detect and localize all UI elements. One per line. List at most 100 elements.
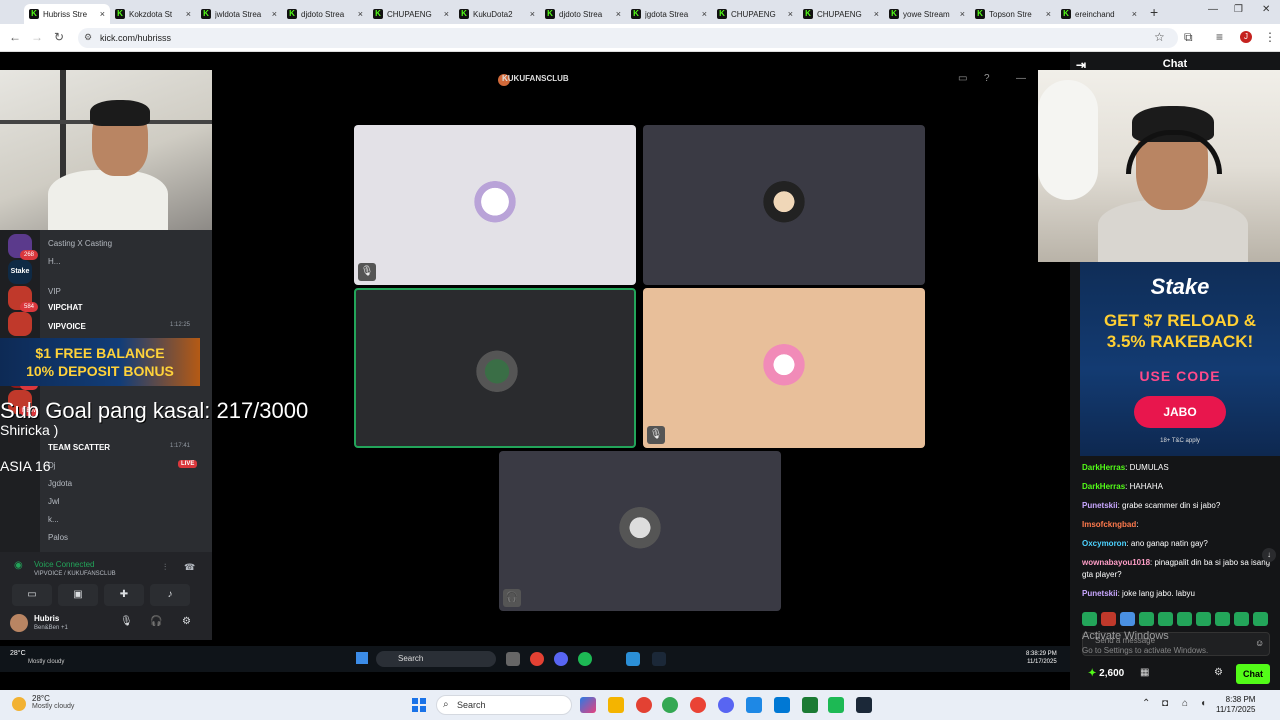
participant-tile-5[interactable]: 🎧 <box>499 451 781 611</box>
green-app-icon[interactable] <box>828 697 844 713</box>
tab-close-icon[interactable]: × <box>186 9 191 19</box>
participant-tile-4[interactable]: 🎙 <box>643 288 925 448</box>
user-avatar[interactable] <box>10 614 28 632</box>
chrome-icon[interactable] <box>636 697 652 713</box>
emote-icon[interactable] <box>1158 612 1173 626</box>
notepad-icon[interactable] <box>746 697 762 713</box>
tab-close-icon[interactable]: × <box>530 9 535 19</box>
volume-icon[interactable]: ◖ <box>1200 698 1206 709</box>
scroll-down-icon[interactable]: ↓ <box>1262 548 1276 562</box>
taskbar-search[interactable]: ⌕ Search <box>436 695 572 715</box>
browser-tab[interactable]: Kyowe Stream × <box>884 4 970 24</box>
emote-icon[interactable] <box>1082 612 1097 626</box>
emote-icon[interactable] <box>1120 612 1135 626</box>
chrome-profile-icon[interactable] <box>662 697 678 713</box>
forward-icon[interactable]: → <box>26 30 48 44</box>
file-explorer-icon[interactable] <box>608 697 624 713</box>
headphones-icon[interactable]: 🎧 <box>150 616 162 627</box>
server-icon[interactable] <box>8 312 32 336</box>
ad-code-button[interactable]: JABO <box>1134 396 1226 428</box>
chat-settings-icon[interactable]: ⚙ <box>1214 667 1223 678</box>
steam-icon[interactable] <box>856 697 872 713</box>
tray-chevron-icon[interactable]: ⌃ <box>1142 698 1150 709</box>
emoji-icon[interactable]: ☺ <box>1255 638 1264 648</box>
mic-icon[interactable]: 🎙 <box>120 616 133 627</box>
channel-item[interactable]: VIPCHAT <box>48 303 83 312</box>
screen-share-button[interactable]: ▣ <box>58 584 98 606</box>
chat-username[interactable]: wownabayou1018 <box>1082 558 1150 567</box>
tab-close-icon[interactable]: × <box>1132 9 1137 19</box>
emote-icon[interactable] <box>1215 612 1230 626</box>
new-tab-button[interactable]: + <box>1142 4 1166 20</box>
soundboard-button[interactable]: ♪ <box>150 584 190 606</box>
browser-tab[interactable]: K Kokzdota St × <box>110 4 196 24</box>
emote-icon[interactable] <box>1253 612 1268 626</box>
chat-username[interactable]: DarkHerras <box>1082 463 1125 472</box>
tab-close-icon[interactable]: × <box>1046 9 1051 19</box>
media-controls-icon[interactable]: ≡ <box>1216 30 1223 44</box>
emote-icon[interactable] <box>1196 612 1211 626</box>
channel-item[interactable]: TEAM SCATTER <box>48 443 110 452</box>
emote-icon[interactable] <box>1234 612 1249 626</box>
emote-icon[interactable] <box>1101 612 1116 626</box>
help-icon[interactable]: ? <box>984 73 990 84</box>
participant-tile-1[interactable]: 🎙 <box>354 125 636 285</box>
tab-close-icon[interactable]: × <box>788 9 793 19</box>
terminal-icon[interactable] <box>802 697 818 713</box>
chat-username[interactable]: Punetskii <box>1082 501 1118 510</box>
reload-icon[interactable]: ↻ <box>48 30 70 44</box>
tab-close-icon[interactable]: × <box>960 9 965 19</box>
channel-item[interactable]: H... <box>48 257 60 266</box>
browser-tab[interactable]: Kdjdoto Strea × <box>282 4 368 24</box>
browser-menu-icon[interactable]: ⋮ <box>1264 30 1276 44</box>
windows-start-icon[interactable] <box>412 698 426 712</box>
system-clock[interactable]: 8:38 PM 11/17/2025 <box>1216 695 1255 715</box>
disconnect-icon[interactable]: ☎ <box>184 562 195 573</box>
browser-tab[interactable]: K CHUPAENG × <box>798 4 884 24</box>
tab-close-icon[interactable]: × <box>358 9 363 19</box>
maximize-button[interactable]: ❐ <box>1234 4 1243 15</box>
tab-close-icon[interactable]: × <box>100 9 105 19</box>
weather-widget[interactable]: 28°C Mostly cloudy <box>32 694 74 710</box>
close-window-button[interactable]: ✕ <box>1262 4 1270 15</box>
browser-tab[interactable]: Kjwldota Strea × <box>196 4 282 24</box>
stake-ad[interactable]: Stake GET $7 RELOAD & 3.5% RAKEBACK! USE… <box>1080 262 1280 456</box>
back-icon[interactable]: ← <box>4 30 26 44</box>
settings-gear-icon[interactable]: ⚙ <box>182 616 191 627</box>
browser-tab[interactable]: K KukuDota2 × <box>454 4 540 24</box>
bookmark-star-icon[interactable]: ☆ <box>1154 30 1165 44</box>
tab-close-icon[interactable]: × <box>444 9 449 19</box>
app-icon[interactable] <box>774 697 790 713</box>
emote-icon[interactable] <box>1177 612 1192 626</box>
participant-tile-2[interactable] <box>643 125 925 285</box>
channel-item[interactable]: Jgdota <box>48 479 72 488</box>
chat-username[interactable]: Oxcymoron <box>1082 539 1126 548</box>
camera-button[interactable]: ▭ <box>12 584 52 606</box>
browser-tab[interactable]: K Topson Stre × <box>970 4 1056 24</box>
channel-item[interactable]: Casting X Casting <box>48 239 112 248</box>
noise-suppression-icon[interactable]: ⫶ <box>164 562 166 573</box>
channel-item[interactable]: VIPVOICE <box>48 322 86 331</box>
tab-close-icon[interactable]: × <box>272 9 277 19</box>
discord-icon[interactable] <box>718 697 734 713</box>
emote-icon[interactable] <box>1139 612 1154 626</box>
voice-channel-name[interactable]: VIPVOICE / KUKUFANSCLUB <box>34 571 116 577</box>
tab-close-icon[interactable]: × <box>702 9 707 19</box>
chat-username[interactable]: Imsofckngbad <box>1082 520 1136 529</box>
gift-icon[interactable]: ▦ <box>1140 667 1149 678</box>
server-icon[interactable]: Stake <box>8 260 32 284</box>
browser-tab[interactable]: Kereinchand × <box>1056 4 1142 24</box>
chat-username[interactable]: Punetskii <box>1082 589 1118 598</box>
channel-item[interactable]: k... <box>48 515 59 524</box>
url-field[interactable]: kick.com/hubrisss <box>78 28 1178 48</box>
network-icon[interactable]: ⌂ <box>1182 698 1188 709</box>
participant-tile-3-speaking[interactable] <box>354 288 636 448</box>
channel-points[interactable]: ✦ 2,600 <box>1088 668 1124 679</box>
browser-tab[interactable]: K CHUPAENG × <box>712 4 798 24</box>
channel-item[interactable]: Palos <box>48 533 68 542</box>
minimize-icon[interactable]: — <box>1016 73 1026 84</box>
browser-tab[interactable]: K CHUPAENG × <box>368 4 454 24</box>
chat-username[interactable]: DarkHerras <box>1082 482 1125 491</box>
user-panel[interactable]: Hubris Ben&Ben +1 🎙 🎧 ⚙ <box>10 612 210 638</box>
channel-item[interactable]: VIP <box>48 287 61 296</box>
